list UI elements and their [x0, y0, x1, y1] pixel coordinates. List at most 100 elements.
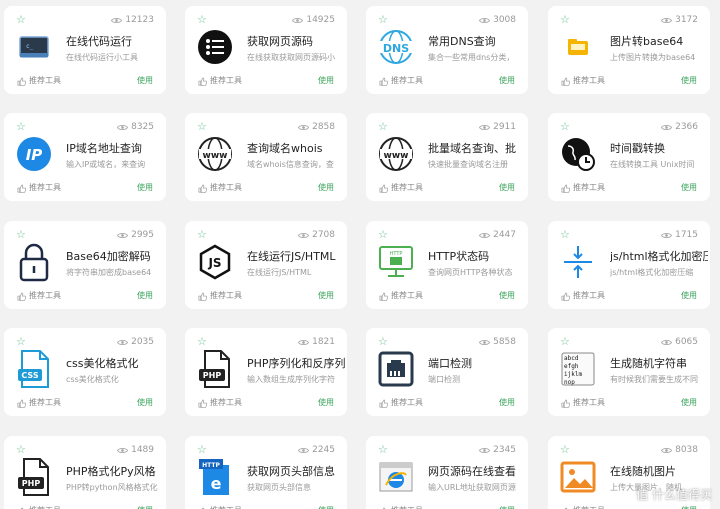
star-icon[interactable]: ☆ [197, 121, 207, 133]
use-button[interactable]: 使用 [137, 183, 153, 193]
use-button[interactable]: 使用 [499, 398, 515, 408]
recommend-label: 推荐工具 [391, 398, 423, 407]
star-icon[interactable]: ☆ [197, 336, 207, 348]
tool-title[interactable]: HTTP状态码 [428, 250, 526, 264]
use-button[interactable]: 使用 [318, 398, 334, 408]
tool-title[interactable]: PHP序列化和反序列 [247, 357, 345, 371]
view-count-value: 1715 [675, 230, 698, 240]
star-icon[interactable]: ☆ [16, 229, 26, 241]
tool-card[interactable]: ☆ 1489 PHP PHP格式化Py风格 PHP转python风格格式化 推荐… [4, 436, 166, 509]
thumbs-up-icon [561, 77, 570, 86]
star-icon[interactable]: ☆ [560, 444, 570, 456]
tool-title[interactable]: js/html格式化加密压 [610, 250, 708, 264]
recommend-tool-button[interactable]: 推荐工具 [17, 291, 61, 301]
recommend-tool-button[interactable]: 推荐工具 [561, 76, 605, 86]
recommend-tool-button[interactable]: 推荐工具 [17, 76, 61, 86]
recommend-tool-button[interactable]: 推荐工具 [198, 398, 242, 408]
tool-card[interactable]: ☆ 14925 获取网页源码 在线获取获取网页源码小 推荐工具 使用 [185, 6, 347, 94]
use-button[interactable]: 使用 [499, 183, 515, 193]
tool-card[interactable]: ☆ 2995 Base64加密解码 将字符串加密成base64 推荐工具 使用 [4, 221, 166, 309]
tool-card[interactable]: ☆ 2366 时间戳转换 在线转换工具 Unix时间 推荐工具 使用 [548, 113, 710, 201]
tool-card[interactable]: ☆ 2858 www 查询域名whois 域名whois信息查询，查 推荐工具 … [185, 113, 347, 201]
use-button[interactable]: 使用 [681, 398, 697, 408]
tool-card[interactable]: ☆ 3172 图片转base64 上传图片转换为base64 推荐工具 使用 [548, 6, 710, 94]
recommend-tool-button[interactable]: 推荐工具 [379, 76, 423, 86]
use-button[interactable]: 使用 [318, 291, 334, 301]
tool-card[interactable]: ☆ 3008 DNS 常用DNS查询 集合一些常用dns分类， 推荐工具 使用 [366, 6, 528, 94]
tool-title[interactable]: 在线随机图片 [610, 465, 708, 479]
tool-title[interactable]: 常用DNS查询 [428, 35, 526, 49]
recommend-tool-button[interactable]: 推荐工具 [17, 183, 61, 193]
tool-title[interactable]: IP域名地址查询 [66, 142, 164, 156]
tool-card[interactable]: ☆ 5858 端口检测 端口检测 推荐工具 使用 [366, 328, 528, 416]
star-icon[interactable]: ☆ [197, 14, 207, 26]
tool-card[interactable]: ☆ 1821 PHP PHP序列化和反序列 输入数组生成序列化字符 推荐工具 使… [185, 328, 347, 416]
use-button[interactable]: 使用 [499, 291, 515, 301]
tool-title[interactable]: 在线运行JS/HTML [247, 250, 345, 264]
recommend-tool-button[interactable]: 推荐工具 [198, 76, 242, 86]
recommend-tool-button[interactable]: 推荐工具 [561, 291, 605, 301]
view-count: 8325 [117, 121, 154, 133]
tool-description: css美化格式化 [66, 375, 119, 384]
svg-text:CSS: CSS [21, 371, 38, 380]
star-icon[interactable]: ☆ [16, 336, 26, 348]
recommend-tool-button[interactable]: 推荐工具 [198, 183, 242, 193]
use-button[interactable]: 使用 [318, 76, 334, 86]
recommend-tool-button[interactable]: 推荐工具 [379, 183, 423, 193]
tool-card[interactable]: ☆ 1715 js/html格式化加密压 js/html格式化加密压缩 推荐工具… [548, 221, 710, 309]
star-icon[interactable]: ☆ [378, 14, 388, 26]
star-icon[interactable]: ☆ [560, 229, 570, 241]
tool-title[interactable]: 获取网页源码 [247, 35, 345, 49]
tool-title[interactable]: css美化格式化 [66, 357, 164, 371]
recommend-tool-button[interactable]: 推荐工具 [379, 291, 423, 301]
tool-card[interactable]: ☆ 2708 JS 在线运行JS/HTML 在线运行JS/HTML 推荐工具 使… [185, 221, 347, 309]
use-button[interactable]: 使用 [499, 76, 515, 86]
tool-card[interactable]: ☆ 2245 HTTPe 获取网页头部信息 获取网页头部信息 推荐工具 使用 [185, 436, 347, 509]
tool-card[interactable]: ☆ 2035 CSS css美化格式化 css美化格式化 推荐工具 使用 [4, 328, 166, 416]
tool-title[interactable]: 生成随机字符串 [610, 357, 708, 371]
tool-title[interactable]: 获取网页头部信息 [247, 465, 345, 479]
use-button[interactable]: 使用 [681, 291, 697, 301]
use-button[interactable]: 使用 [137, 398, 153, 408]
tool-description: 集合一些常用dns分类， [428, 53, 515, 62]
recommend-tool-button[interactable]: 推荐工具 [379, 398, 423, 408]
tool-title[interactable]: 在线代码运行 [66, 35, 164, 49]
star-icon[interactable]: ☆ [197, 444, 207, 456]
css-file-icon: CSS [16, 350, 52, 388]
star-icon[interactable]: ☆ [378, 444, 388, 456]
use-button[interactable]: 使用 [681, 183, 697, 193]
tool-card[interactable]: ☆ 6065 abcd efgh ijklm nop 生成随机字符串 有时候我们需要生… [548, 328, 710, 416]
recommend-tool-button[interactable]: 推荐工具 [17, 398, 61, 408]
tool-card[interactable]: ☆ 8325 IP IP域名地址查询 输入IP或域名，来查询 推荐工具 使用 [4, 113, 166, 201]
recommend-tool-button[interactable]: 推荐工具 [198, 291, 242, 301]
recommend-tool-button[interactable]: 推荐工具 [561, 183, 605, 193]
view-count-value: 2995 [131, 230, 154, 240]
use-button[interactable]: 使用 [137, 76, 153, 86]
tool-title[interactable]: 时间戳转换 [610, 142, 708, 156]
star-icon[interactable]: ☆ [16, 121, 26, 133]
star-icon[interactable]: ☆ [16, 444, 26, 456]
tool-card[interactable]: ☆ 2345 网页源码在线查看 输入URL地址获取网页源 推荐工具 使用 [366, 436, 528, 509]
tool-card[interactable]: ☆ 2911 www 批量域名查询、批 快速批量查询域名注册 推荐工具 使用 [366, 113, 528, 201]
star-icon[interactable]: ☆ [378, 336, 388, 348]
star-icon[interactable]: ☆ [560, 14, 570, 26]
star-icon[interactable]: ☆ [378, 229, 388, 241]
recommend-tool-button[interactable]: 推荐工具 [561, 398, 605, 408]
tool-card[interactable]: ☆ 12123 c_ 在线代码运行 在线代码运行小工具 推荐工具 使用 [4, 6, 166, 94]
star-icon[interactable]: ☆ [16, 14, 26, 26]
tool-title[interactable]: Base64加密解码 [66, 250, 164, 264]
use-button[interactable]: 使用 [681, 76, 697, 86]
use-button[interactable]: 使用 [318, 183, 334, 193]
star-icon[interactable]: ☆ [197, 229, 207, 241]
tool-title[interactable]: 查询域名whois [247, 142, 345, 156]
tool-title[interactable]: PHP格式化Py风格 [66, 465, 164, 479]
use-button[interactable]: 使用 [137, 291, 153, 301]
star-icon[interactable]: ☆ [378, 121, 388, 133]
tool-title[interactable]: 批量域名查询、批 [428, 142, 526, 156]
star-icon[interactable]: ☆ [560, 336, 570, 348]
tool-title[interactable]: 端口检测 [428, 357, 526, 371]
star-icon[interactable]: ☆ [560, 121, 570, 133]
tool-card[interactable]: ☆ 2447 HTTP HTTP状态码 查询网页HTTP各种状态 推荐工具 使用 [366, 221, 528, 309]
tool-title[interactable]: 网页源码在线查看 [428, 465, 526, 479]
tool-title[interactable]: 图片转base64 [610, 35, 708, 49]
